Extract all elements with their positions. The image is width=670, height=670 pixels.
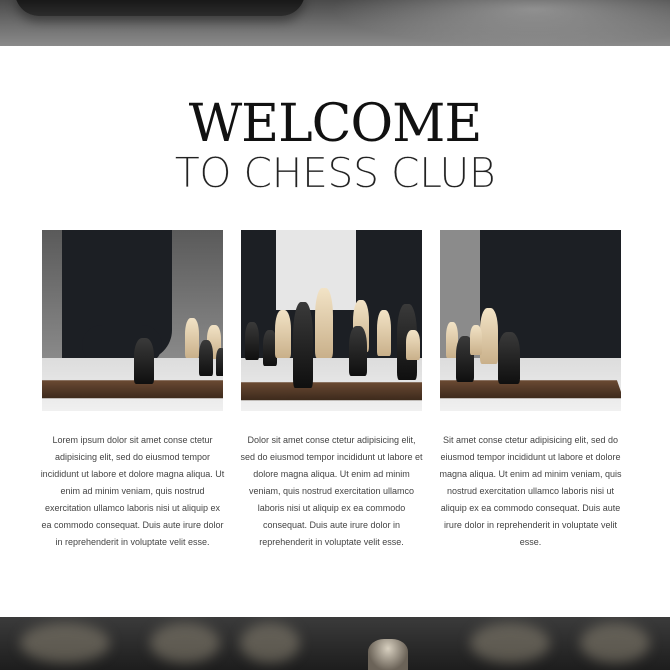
card-description-3: Sit amet conse ctetur adipisicing elit, …: [439, 435, 622, 547]
bottom-banner-image: [0, 617, 670, 670]
page-title: WELCOME: [188, 94, 483, 154]
chess-king-piece: [368, 639, 408, 670]
feature-card-1: Lorem ipsum dolor sit amet conse ctetur …: [41, 230, 224, 547]
card-description-1: Lorem ipsum dolor sit amet conse ctetur …: [40, 435, 225, 547]
chess-photo-2: [241, 230, 422, 411]
page-subtitle: TO CHESS CLUB: [174, 149, 496, 197]
chess-piece-base: [15, 0, 305, 16]
feature-card-3: Sit amet conse ctetur adipisicing elit, …: [439, 230, 622, 547]
chess-photo-3: [440, 230, 621, 411]
chess-photo-1: [42, 230, 223, 411]
card-description-2: Dolor sit amet conse ctetur adipisicing …: [240, 435, 423, 547]
top-banner-image: [0, 0, 670, 46]
feature-card-2: Dolor sit amet conse ctetur adipisicing …: [240, 230, 423, 547]
